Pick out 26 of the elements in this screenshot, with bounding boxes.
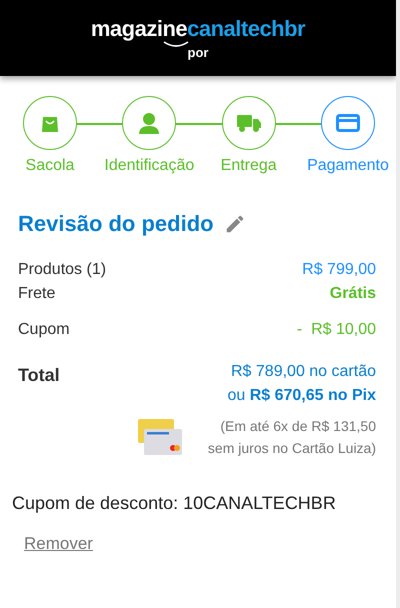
- installment-text: (Em até 6x de R$ 131,50 sem juros no Cartão Luiza): [208, 417, 376, 458]
- summary-value: Grátis: [330, 285, 376, 303]
- step-circle[interactable]: [23, 96, 77, 150]
- coupon-text: Cupom de desconto: 10CANALTECHBR: [11, 492, 337, 514]
- byline-text: por: [188, 45, 208, 60]
- logo-text: canaltechbr: [187, 16, 306, 42]
- summary-value: R$ 799,00: [302, 261, 376, 279]
- total-label: Total: [18, 365, 60, 387]
- credit-cards-drawing: [138, 419, 182, 455]
- section-title: Revisão do pedido: [18, 211, 214, 237]
- pix-price: ou R$ 670,65 no Pix: [227, 387, 376, 405]
- step-label: Identificação: [104, 157, 194, 175]
- logo-text: magazine: [90, 16, 188, 42]
- step-label: Pagamento: [307, 157, 389, 175]
- step-label: Entrega: [220, 157, 277, 175]
- truck-icon: [236, 113, 262, 133]
- summary-value: - R$ 10,00: [296, 321, 376, 339]
- person-icon: [137, 112, 162, 134]
- summary-label: Produtos (1): [18, 261, 106, 279]
- remove-link[interactable]: Remover: [24, 534, 93, 554]
- step-label: Sacola: [26, 157, 74, 175]
- card-price: R$ 789,00 no cartão: [231, 363, 376, 381]
- smile-icon: [163, 41, 190, 48]
- summary-label: Frete: [18, 285, 56, 303]
- summary-label: Cupom: [18, 321, 70, 339]
- credit-card-icon: [336, 113, 360, 133]
